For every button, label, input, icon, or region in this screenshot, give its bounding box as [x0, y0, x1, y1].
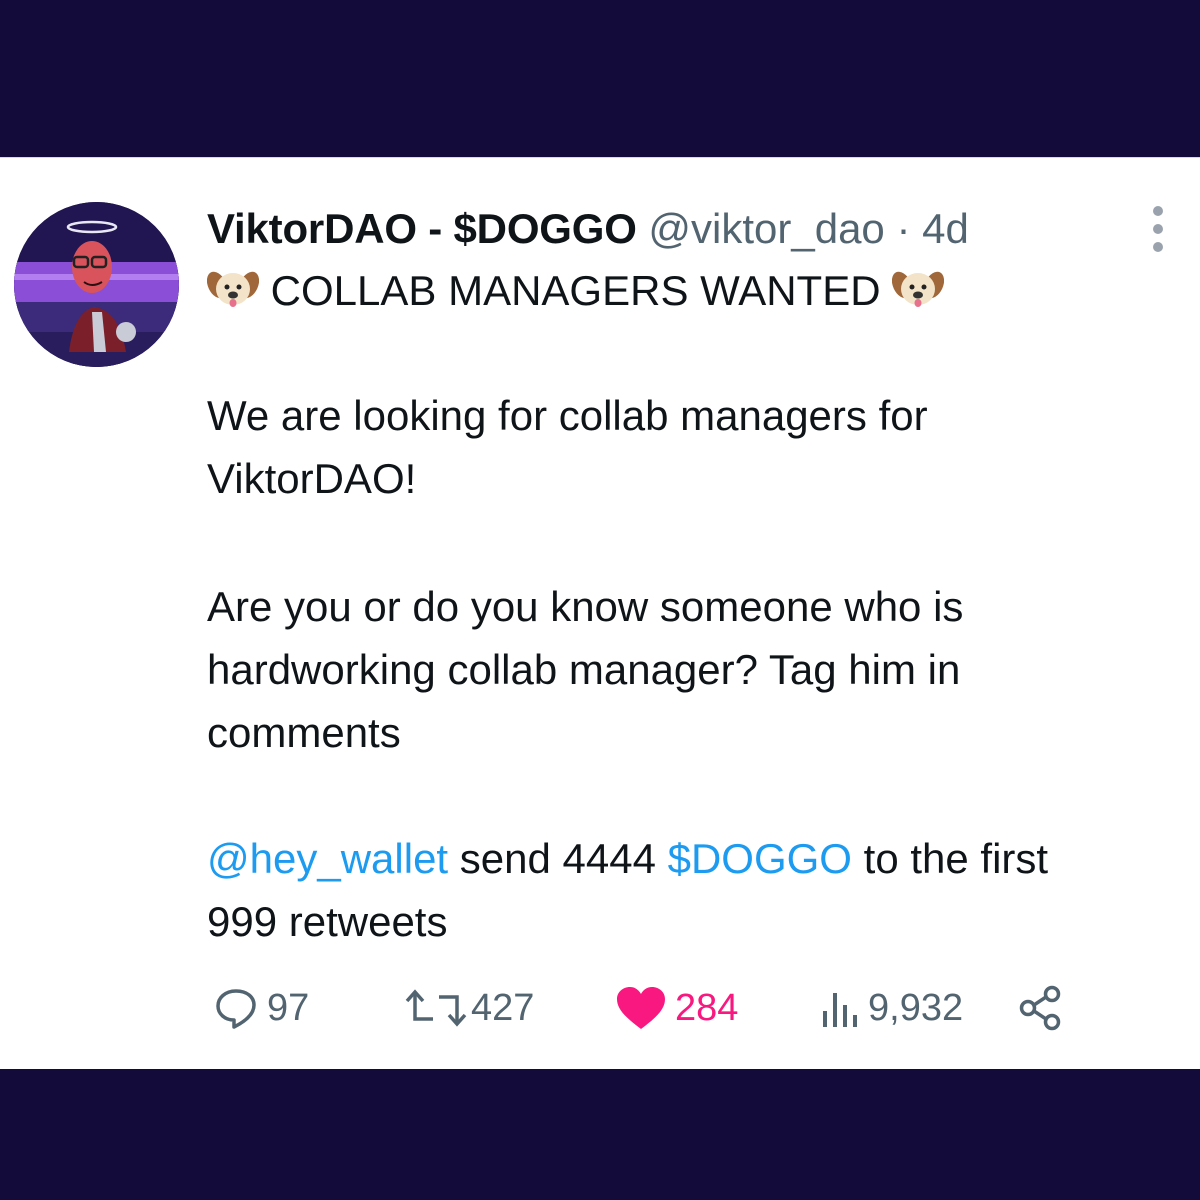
timestamp[interactable]: 4d	[922, 205, 969, 252]
handle[interactable]: @viktor_dao	[648, 205, 884, 252]
action-bar: 97 427 284 9,932	[0, 978, 1200, 1038]
retweet-count: 427	[471, 986, 535, 1029]
views-count: 9,932	[868, 986, 964, 1029]
cashtag-link[interactable]: $DOGGO	[668, 835, 852, 882]
views-button[interactable]: 9,932	[820, 978, 963, 1038]
body-line: We are looking for collab managers for	[207, 392, 928, 439]
tweet-header: ViktorDAO - $DOGGO @viktor_dao · 4d	[207, 204, 969, 254]
share-icon	[1019, 985, 1061, 1031]
reply-count: 97	[267, 986, 310, 1029]
more-icon[interactable]	[1146, 206, 1170, 252]
avatar-image	[14, 202, 179, 367]
avatar[interactable]	[14, 202, 179, 367]
reply-button[interactable]: 97	[213, 978, 309, 1038]
retweet-button[interactable]: 427	[403, 978, 534, 1038]
body-text: send 4444	[448, 835, 668, 882]
dog-face-icon	[892, 267, 945, 311]
display-name[interactable]: ViktorDAO - $DOGGO	[207, 205, 637, 252]
body-line: 999 retweets	[207, 898, 448, 945]
body-text: to the first	[851, 835, 1049, 882]
body-line: @hey_wallet send 4444 $DOGGO to the firs…	[207, 834, 1048, 884]
dog-face-icon	[207, 267, 259, 311]
reply-icon	[216, 989, 256, 1029]
separator: ·	[896, 205, 911, 252]
heart-icon	[617, 987, 665, 1029]
share-button[interactable]	[1018, 978, 1064, 1038]
tweet-card: ViktorDAO - $DOGGO @viktor_dao · 4d COLL…	[0, 157, 1200, 1069]
body-line: comments	[207, 709, 401, 756]
like-button[interactable]: 284	[615, 978, 738, 1038]
views-icon	[823, 993, 857, 1027]
body-line: ViktorDAO!	[207, 455, 417, 502]
body-line: hardworking collab manager? Tag him in	[207, 646, 961, 693]
headline-text: COLLAB MANAGERS WANTED	[270, 267, 881, 314]
mention-link[interactable]: @hey_wallet	[207, 835, 448, 882]
like-count: 284	[675, 986, 739, 1029]
retweet-icon	[405, 989, 467, 1027]
headline: COLLAB MANAGERS WANTED	[207, 266, 945, 316]
body-line: Are you or do you know someone who is	[207, 583, 964, 630]
